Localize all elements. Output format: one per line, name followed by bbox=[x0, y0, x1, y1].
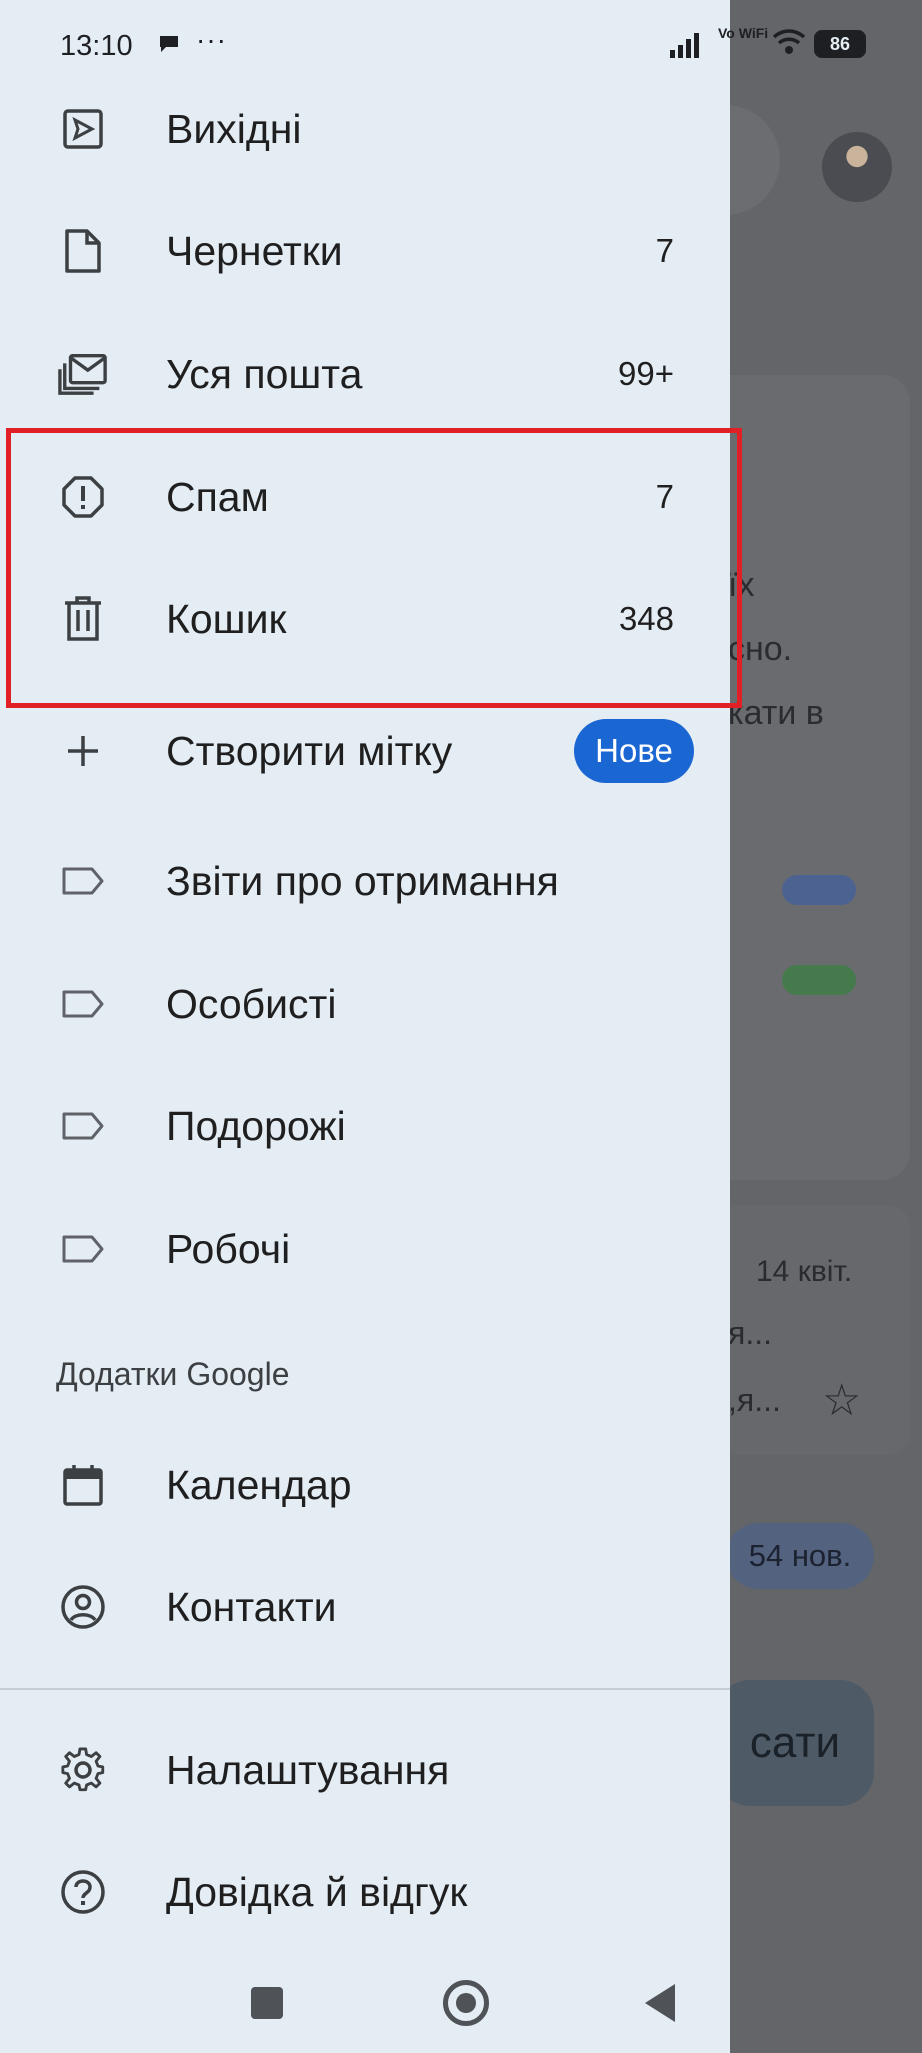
drawer-item-label-receipts[interactable]: Звіти про отримання bbox=[0, 826, 730, 936]
drawer-item-drafts[interactable]: Чернетки 7 bbox=[0, 196, 730, 306]
compose-button: сати bbox=[716, 1680, 874, 1806]
drawer-item-label: Контакти bbox=[166, 1583, 337, 1630]
home-button[interactable] bbox=[443, 1980, 489, 2026]
navigation-drawer: Вихідні Чернетки 7 Уся пошта 99+ Спам 7 … bbox=[0, 0, 742, 2053]
card-chip-blue bbox=[782, 875, 856, 905]
drawer-item-settings[interactable]: Налаштування bbox=[0, 1715, 730, 1825]
email-date: 14 квіт. bbox=[756, 1255, 853, 1288]
email-snippet: ,я... bbox=[728, 1382, 781, 1418]
drawer-item-sent[interactable]: Вихідні bbox=[0, 74, 730, 184]
drawer-item-label: Чернетки bbox=[166, 227, 343, 274]
wifi-icon bbox=[772, 28, 806, 61]
battery-indicator: 86 bbox=[814, 30, 866, 58]
drawer-item-create-label[interactable]: Створити мітку Нове bbox=[0, 696, 730, 806]
label-icon bbox=[58, 1101, 108, 1151]
drawer-item-contacts[interactable]: Контакти bbox=[0, 1552, 730, 1662]
drawer-item-label: Створити мітку bbox=[166, 727, 453, 774]
new-badge: Нове bbox=[574, 719, 694, 783]
contacts-icon bbox=[58, 1582, 108, 1632]
card-text-line: кати в bbox=[728, 694, 824, 732]
drawer-item-label: Календар bbox=[166, 1461, 352, 1508]
drawer-item-label: Робочі bbox=[166, 1225, 291, 1272]
more-notifications: ··· bbox=[196, 24, 227, 55]
sent-icon bbox=[58, 104, 108, 154]
label-icon bbox=[58, 856, 108, 906]
highlight-box bbox=[6, 428, 742, 708]
vowifi-label: Vo WiFi bbox=[718, 25, 769, 41]
drawer-item-label: Вихідні bbox=[166, 105, 302, 152]
all-mail-icon bbox=[58, 349, 108, 399]
drawer-item-label-personal[interactable]: Особисті bbox=[0, 949, 730, 1059]
avatar bbox=[822, 132, 892, 202]
draft-icon bbox=[58, 226, 108, 276]
label-icon bbox=[58, 1224, 108, 1274]
recents-button[interactable] bbox=[251, 1987, 283, 2019]
settings-icon bbox=[58, 1745, 108, 1795]
drawer-item-label: Звіти про отримання bbox=[166, 857, 559, 904]
drawer-item-calendar[interactable]: Календар bbox=[0, 1430, 730, 1540]
drawer-item-label: Подорожі bbox=[166, 1102, 346, 1149]
signal-icon bbox=[670, 32, 699, 58]
drawer-item-help[interactable]: Довідка й відгук bbox=[0, 1837, 730, 1947]
drawer-item-label: Особисті bbox=[166, 980, 337, 1027]
plus-icon bbox=[58, 726, 108, 776]
apps-section-title: Додатки Google bbox=[56, 1356, 290, 1392]
help-icon bbox=[58, 1867, 108, 1917]
calendar-icon bbox=[58, 1460, 108, 1510]
drawer-item-label: Довідка й відгук bbox=[166, 1868, 468, 1915]
drawer-item-count: 99+ bbox=[618, 355, 674, 392]
back-button[interactable] bbox=[645, 1984, 675, 2022]
divider bbox=[0, 1688, 730, 1690]
label-icon bbox=[58, 979, 108, 1029]
status-bar: 13:10 ··· Vo WiFi 86 bbox=[0, 0, 922, 90]
drawer-item-label: Налаштування bbox=[166, 1746, 450, 1793]
drawer-item-label-travel[interactable]: Подорожі bbox=[0, 1071, 730, 1181]
drawer-item-label-work[interactable]: Робочі bbox=[0, 1194, 730, 1304]
email-snippet: я... bbox=[728, 1315, 772, 1351]
message-icon bbox=[158, 34, 180, 60]
card-chip-green bbox=[782, 965, 856, 995]
drawer-item-count: 7 bbox=[655, 232, 674, 269]
drawer-item-label: Уся пошта bbox=[166, 350, 363, 397]
new-count-pill: 54 нов. bbox=[726, 1523, 874, 1589]
system-navigation-bar bbox=[0, 1960, 730, 2053]
drawer-item-all-mail[interactable]: Уся пошта 99+ bbox=[0, 319, 730, 429]
star-icon: ☆ bbox=[822, 1376, 862, 1425]
status-time: 13:10 bbox=[60, 30, 133, 62]
